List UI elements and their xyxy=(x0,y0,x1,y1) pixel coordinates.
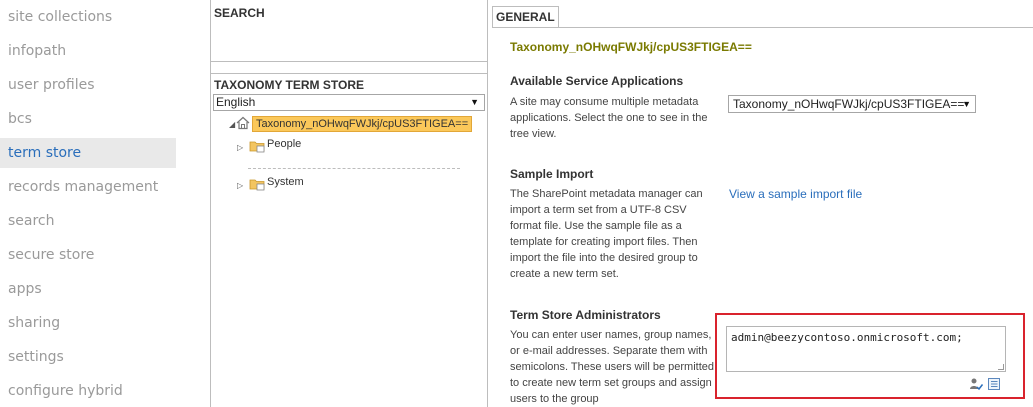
available-services-description: A site may consume multiple metadata app… xyxy=(510,96,708,140)
collapse-triangle-icon[interactable]: ◢ xyxy=(229,120,235,129)
search-title: SEARCH xyxy=(214,6,265,20)
check-names-icon[interactable] xyxy=(969,377,983,391)
available-services-heading: Available Service Applications xyxy=(510,74,684,88)
taxonomy-title: TAXONOMY TERM STORE xyxy=(214,78,365,92)
address-book-icon[interactable] xyxy=(987,377,1001,391)
nav-item-apps[interactable]: apps xyxy=(0,274,176,304)
nav-item-configure-hybrid[interactable]: configure hybrid xyxy=(0,376,176,406)
nav-item-records-management[interactable]: records management xyxy=(0,172,176,202)
language-select[interactable]: English ▼ xyxy=(213,94,485,111)
nav-item-user-profiles[interactable]: user profiles xyxy=(0,70,176,100)
search-box[interactable]: SEARCH xyxy=(211,0,487,62)
tree-node-system[interactable]: System xyxy=(267,173,304,191)
tab-general[interactable]: GENERAL xyxy=(492,6,559,28)
nav-item-bcs[interactable]: bcs xyxy=(0,104,176,134)
nav-item-secure-store[interactable]: secure store xyxy=(0,240,176,270)
administrators-input[interactable]: admin@beezycontoso.onmicrosoft.com; xyxy=(726,326,1006,372)
administrators-value: admin@beezycontoso.onmicrosoft.com; xyxy=(731,331,963,344)
service-application-value: Taxonomy_nOHwqFWJkj/cpUS3FTIGEA== xyxy=(733,97,965,111)
term-store-name: Taxonomy_nOHwqFWJkj/cpUS3FTIGEA== xyxy=(510,40,752,54)
administrators-description: You can enter user names, group names, o… xyxy=(510,329,714,405)
nav-item-infopath[interactable]: infopath xyxy=(0,36,176,66)
expand-triangle-icon[interactable]: ▷ xyxy=(237,181,243,190)
language-value: English xyxy=(216,95,256,109)
nav-item-site-collections[interactable]: site collections xyxy=(0,2,176,32)
left-navigation: site collections infopath user profiles … xyxy=(0,0,176,407)
sample-import-description: The SharePoint metadata manager can impo… xyxy=(510,188,703,280)
nav-item-search[interactable]: search xyxy=(0,206,176,236)
tree-node-people[interactable]: People xyxy=(267,135,301,153)
nav-item-term-store[interactable]: term store xyxy=(0,138,176,168)
dropdown-arrow-icon: ▼ xyxy=(962,99,971,109)
dropdown-arrow-icon: ▼ xyxy=(470,97,479,107)
view-sample-import-link[interactable]: View a sample import file xyxy=(729,187,862,201)
folder-group-icon xyxy=(249,179,265,191)
taxonomy-home-icon xyxy=(236,116,250,130)
expand-triangle-icon[interactable]: ▷ xyxy=(237,143,243,152)
resize-handle[interactable] xyxy=(998,364,1004,370)
administrators-heading: Term Store Administrators xyxy=(510,308,661,322)
tab-underline xyxy=(492,27,1033,28)
tree-separator xyxy=(248,168,460,169)
folder-group-icon xyxy=(249,141,265,153)
nav-item-sharing[interactable]: sharing xyxy=(0,308,176,338)
nav-item-settings[interactable]: settings xyxy=(0,342,176,372)
sample-import-heading: Sample Import xyxy=(510,167,594,181)
taxonomy-panel: SEARCH TAXONOMY TERM STORE English ▼ xyxy=(210,0,488,407)
service-application-select[interactable]: Taxonomy_nOHwqFWJkj/cpUS3FTIGEA== ▼ xyxy=(728,95,976,113)
tree-root-node[interactable]: Taxonomy_nOHwqFWJkj/cpUS3FTIGEA== xyxy=(252,116,473,132)
divider xyxy=(211,73,487,74)
